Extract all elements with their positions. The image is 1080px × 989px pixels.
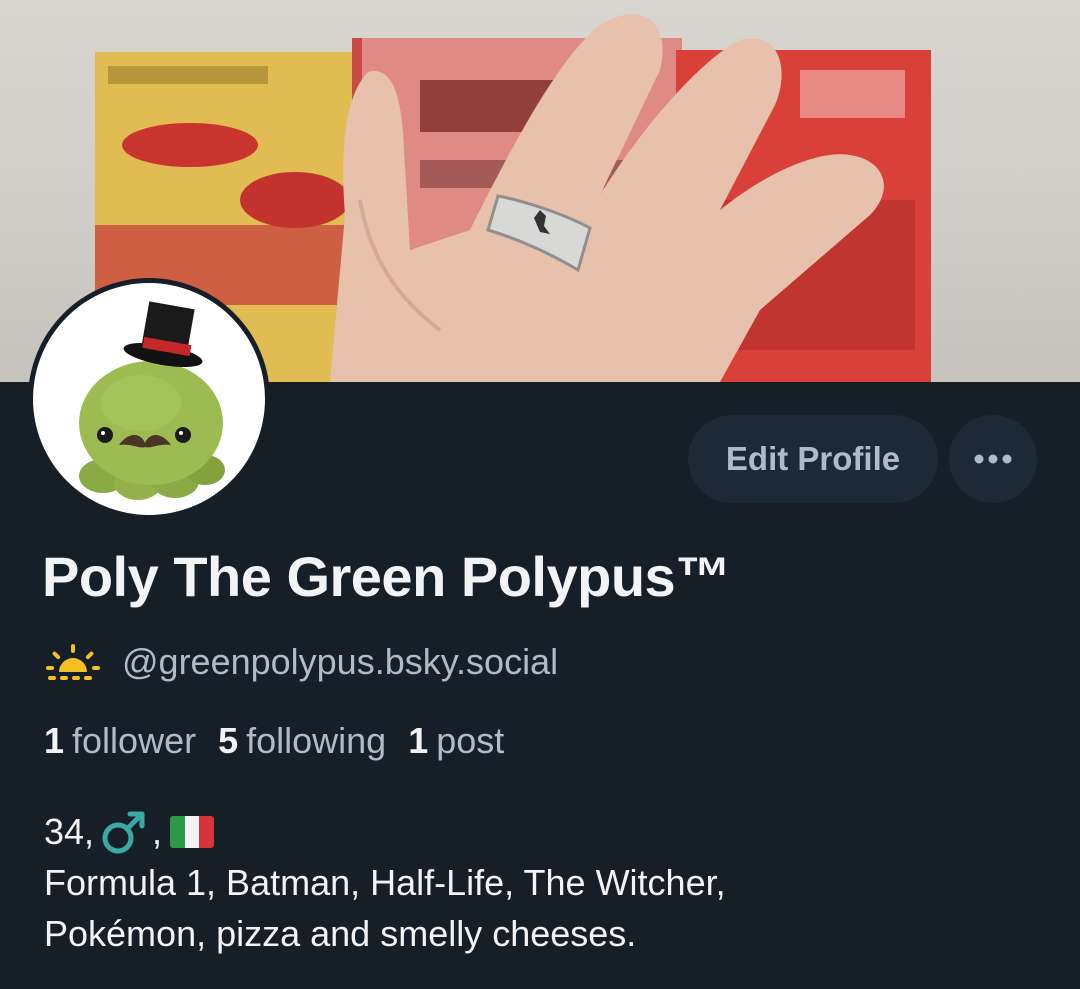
posts-label: post	[436, 720, 505, 761]
edit-profile-button[interactable]: Edit Profile	[688, 415, 938, 503]
avatar[interactable]	[28, 278, 270, 520]
display-name: Poly The Green Polypus™	[42, 545, 731, 608]
profile-bio: 34, , Formula 1, Batman, Half-Life, The …	[44, 806, 726, 959]
followers-count: 1	[44, 720, 65, 761]
following-label: following	[246, 720, 387, 761]
bio-line-3: Pokémon, pizza and smelly cheeses.	[44, 913, 637, 954]
male-sign-icon	[102, 811, 145, 853]
more-options-button[interactable]	[949, 415, 1037, 503]
followers-label: follower	[72, 720, 197, 761]
following-stat[interactable]: 5 following	[218, 720, 386, 762]
green-octopus-icon	[79, 301, 225, 500]
bio-separator: ,	[152, 811, 163, 852]
italy-flag-icon	[170, 815, 215, 848]
profile-stats: 1 follower 5 following 1 post	[44, 720, 504, 762]
posts-count: 1	[408, 720, 429, 761]
avatar-image	[33, 283, 265, 515]
followers-stat[interactable]: 1 follower	[44, 720, 196, 762]
ellipsis-icon	[974, 454, 1012, 464]
following-count: 5	[218, 720, 239, 761]
handle-row: @greenpolypus.bsky.social	[44, 638, 558, 686]
user-handle[interactable]: @greenpolypus.bsky.social	[122, 641, 558, 683]
bio-age: 34,	[44, 811, 95, 852]
bio-line-1: 34, ,	[44, 806, 726, 857]
sunrise-icon	[46, 644, 100, 680]
posts-stat: 1 post	[408, 720, 504, 762]
bio-line-2: Formula 1, Batman, Half-Life, The Witche…	[44, 862, 726, 903]
